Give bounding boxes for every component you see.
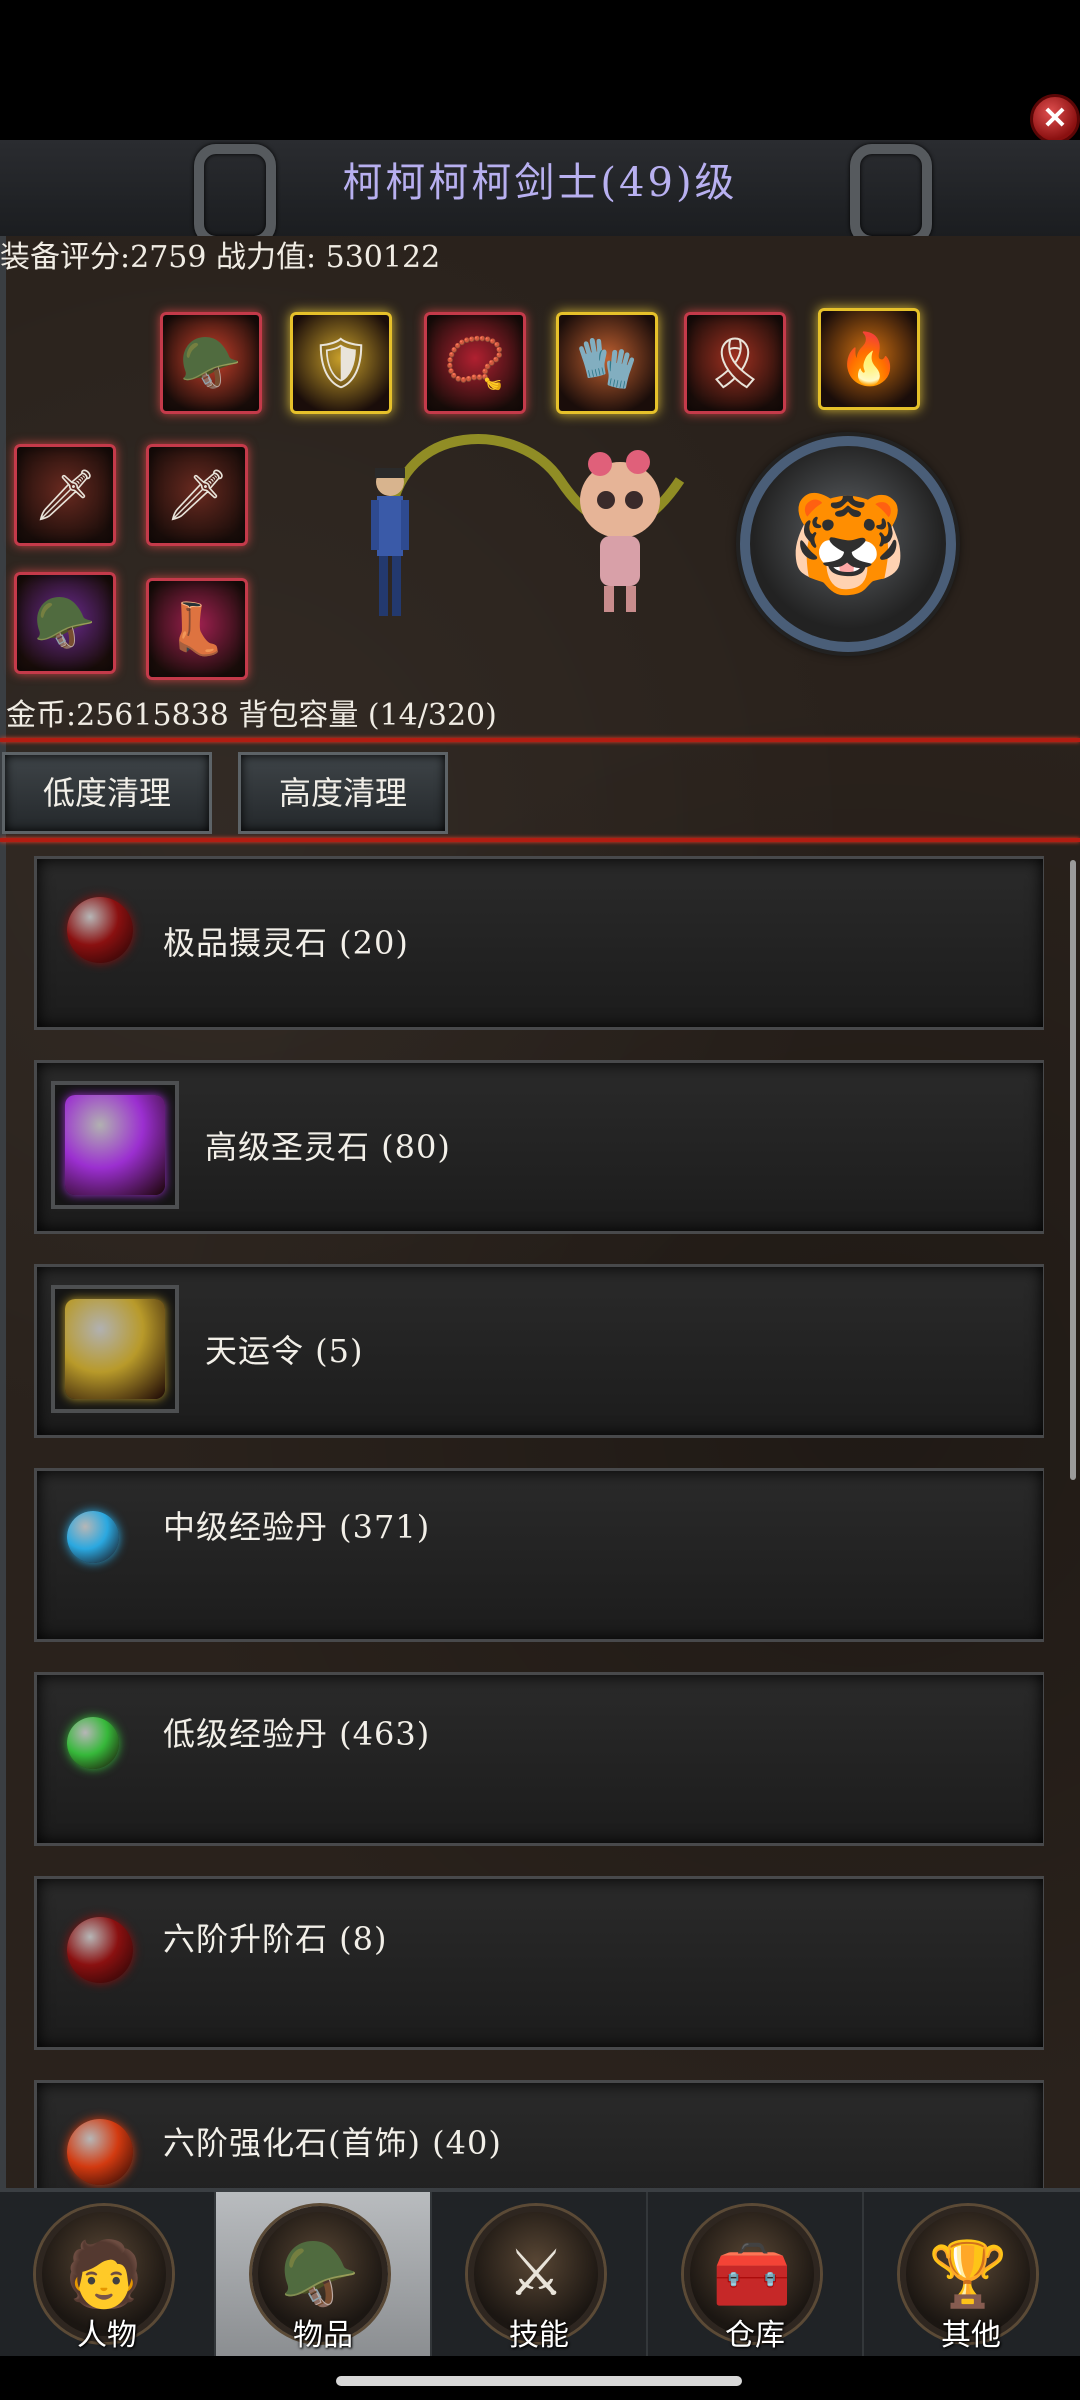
tab-other[interactable]: 🏆 其他	[864, 2192, 1078, 2356]
belt-icon: 🎗	[703, 334, 767, 392]
close-button[interactable]: ✕	[1030, 94, 1080, 144]
list-item[interactable]: 高级圣灵石 (80)	[34, 1060, 1044, 1234]
item-label: 低级经验丹 (463)	[163, 1715, 431, 1753]
equip-slot-purple-helm[interactable]: 🪖	[14, 572, 116, 674]
tab-warehouse[interactable]: 🧰 仓库	[648, 2192, 864, 2356]
dagger-icon: 🗡	[165, 466, 229, 524]
equipment-score: 装备评分:2759 战力值: 530122	[0, 240, 441, 275]
purple-helm-icon: 🪖	[33, 594, 97, 652]
item-label: 六阶升阶石 (8)	[163, 1920, 388, 1958]
equip-slot-dagger[interactable]: 🗡	[146, 444, 248, 546]
green-pill-icon	[67, 1717, 119, 1769]
equip-slot-helmet[interactable]: 🪖	[160, 312, 262, 414]
top-bar	[0, 0, 1080, 140]
divider-top	[0, 738, 1080, 742]
boots-icon: 👢	[165, 600, 229, 658]
tab-skills[interactable]: ⚔ 技能	[432, 2192, 648, 2356]
helmet-icon: 🪖	[179, 334, 243, 392]
tab-label: 仓库	[725, 2318, 785, 2353]
item-icon-frame	[51, 1081, 179, 1209]
blue-pill-icon	[67, 1511, 119, 1563]
item-label: 六阶强化石(首饰) (40)	[163, 2124, 502, 2162]
item-label: 中级经验丹 (371)	[163, 1508, 431, 1546]
tab-label: 技能	[509, 2318, 569, 2353]
equip-slot-fire-orb[interactable]: 🔥	[818, 308, 920, 410]
page-title: 柯柯柯柯剑士(49)级	[342, 160, 738, 206]
list-scrollbar[interactable]	[1070, 860, 1076, 1480]
purple-crystal-icon	[65, 1095, 165, 1195]
tab-label: 其他	[941, 2318, 1001, 2353]
sword-icon: 🗡	[33, 466, 97, 524]
tab-character[interactable]: 🧑 人物	[0, 2192, 216, 2356]
bottom-nav: 🧑 人物 🪖 物品 ⚔ 技能 🧰 仓库 🏆 其他	[0, 2188, 1080, 2356]
tab-label: 人物	[77, 2318, 137, 2353]
tab-label: 物品	[293, 2318, 353, 2353]
item-label: 天运令 (5)	[205, 1332, 364, 1370]
item-list[interactable]: 极品摄灵石 (20) 高级圣灵石 (80) 天运令 (5) 中级经验丹 (371…	[34, 856, 1044, 2188]
equip-slot-boots[interactable]: 👢	[146, 578, 248, 680]
equip-slot-sword[interactable]: 🗡	[14, 444, 116, 546]
list-item[interactable]: 中级经验丹 (371)	[34, 1468, 1044, 1642]
gold-token-icon	[65, 1299, 165, 1399]
pet-fairy-icon[interactable]	[560, 440, 680, 620]
list-item[interactable]: 极品摄灵石 (20)	[34, 856, 1044, 1030]
item-label: 高级圣灵石 (80)	[205, 1128, 451, 1166]
item-icon-frame	[51, 1285, 179, 1413]
close-icon: ✕	[1042, 101, 1068, 136]
red-stone-icon	[67, 897, 133, 963]
tab-items[interactable]: 🪖 物品	[216, 2192, 432, 2356]
gold-and-bag-capacity: 金币:25615838 背包容量 (14/320)	[6, 698, 497, 733]
player-character-icon[interactable]	[355, 460, 425, 630]
divider-bottom	[0, 838, 1080, 842]
list-item[interactable]: 低级经验丹 (463)	[34, 1672, 1044, 1846]
low-clean-button[interactable]: 低度清理	[2, 752, 212, 834]
list-item[interactable]: 天运令 (5)	[34, 1264, 1044, 1438]
home-indicator[interactable]	[336, 2376, 742, 2386]
high-clean-button[interactable]: 高度清理	[238, 752, 448, 834]
item-label: 极品摄灵石 (20)	[163, 924, 409, 962]
red-stone-icon	[67, 1917, 133, 1983]
list-item[interactable]: 六阶升阶石 (8)	[34, 1876, 1044, 2050]
tiger-head-icon: 🐯	[788, 487, 908, 600]
fire-orb-icon: 🔥	[837, 330, 901, 388]
flame-stone-icon	[67, 2119, 133, 2185]
mount-slot[interactable]: 🐯	[740, 436, 956, 652]
list-item[interactable]: 六阶强化石(首饰) (40)	[34, 2080, 1044, 2188]
